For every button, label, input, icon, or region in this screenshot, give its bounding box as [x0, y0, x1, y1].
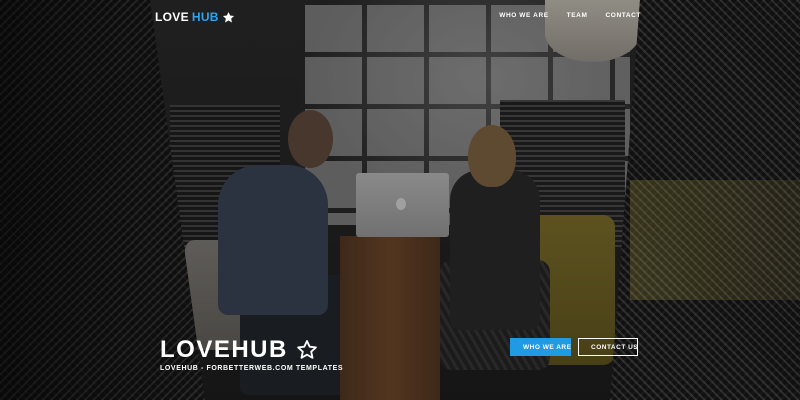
hero-title-part1: LOVE: [160, 336, 232, 363]
hero-title-text: LOVEHUB: [160, 338, 288, 362]
hero-subtitle: LOVEHUB - FORBETTERWEB.COM TEMPLATES: [160, 365, 344, 372]
brand-logo[interactable]: LOVE HUB: [155, 9, 235, 25]
hero-title: LOVEHUB: [160, 338, 318, 362]
contact-us-button-label: CONTACT US: [591, 343, 639, 351]
contact-us-button[interactable]: CONTACT US: [578, 338, 638, 356]
star-icon: [222, 11, 234, 22]
brand-logo-part2: HUB: [191, 10, 219, 24]
star-outline-icon: [297, 340, 317, 359]
brand-logo-part1: LOVE: [155, 10, 189, 24]
who-we-are-button-label: WHO WE ARE: [523, 343, 572, 351]
hero-dark-overlay: [0, 0, 800, 400]
nav-team[interactable]: TEAM: [567, 12, 588, 19]
who-we-are-button[interactable]: WHO WE ARE: [510, 338, 571, 356]
nav-who-we-are[interactable]: WHO WE ARE: [499, 12, 548, 19]
nav-contact[interactable]: CONTACT: [606, 12, 642, 19]
main-nav: WHO WE ARE TEAM CONTACT: [499, 12, 641, 19]
hero-section: LOVE HUB WHO WE ARE TEAM CONTACT LOVEHUB …: [0, 0, 800, 400]
hero-title-part2: HUB: [231, 336, 288, 363]
